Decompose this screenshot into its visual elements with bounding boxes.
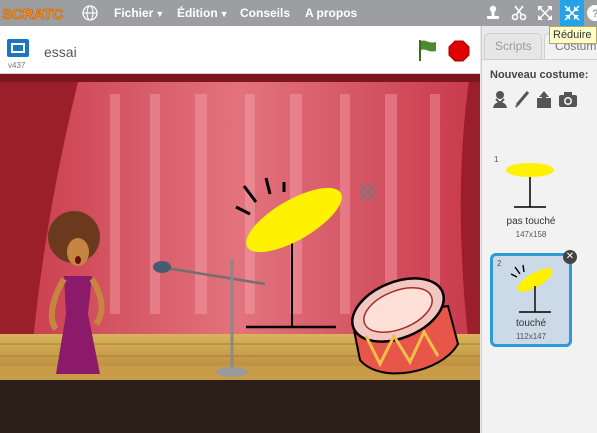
help-icon[interactable]: ? xyxy=(586,4,597,22)
menu-edition[interactable]: Édition ▼ xyxy=(177,6,229,20)
shrink-arrows-icon xyxy=(564,5,580,21)
costume-item[interactable]: 1 pas touché 147x158 xyxy=(490,152,572,246)
scratch-logo[interactable]: SCRATCH xyxy=(0,1,64,25)
crosshair-cursor-icon xyxy=(359,183,377,201)
grow-arrows-icon[interactable] xyxy=(536,4,554,22)
costumes-panel: Nouveau costume: 1 pas touché 147x158 2 xyxy=(482,59,597,433)
costume-number: 1 xyxy=(494,155,499,164)
version-label: v437 xyxy=(8,61,26,70)
menu-bar: SCRATCH Fichier▼ Édition▼ Conseils A pro… xyxy=(0,0,597,26)
stage-header: v437 essai xyxy=(0,26,480,74)
cut-scissors-icon[interactable] xyxy=(510,4,528,22)
costume-name: touché xyxy=(515,318,547,329)
language-globe-icon[interactable] xyxy=(82,5,98,21)
costume-size: 147x158 xyxy=(515,230,547,239)
new-costume-label: Nouveau costume: xyxy=(490,69,589,81)
costume-name: pas touché xyxy=(506,216,556,227)
svg-text:SCRATCH: SCRATCH xyxy=(2,6,64,23)
shrink-button[interactable] xyxy=(560,0,584,26)
duplicate-stamp-icon[interactable] xyxy=(484,4,502,22)
costume-number: 2 xyxy=(497,259,502,268)
tab-scripts[interactable]: Scripts xyxy=(484,33,542,59)
project-title[interactable]: essai xyxy=(44,44,77,60)
stop-icon[interactable] xyxy=(448,40,470,62)
right-panel: Scripts Costumes Nouveau costume: 1 pas … xyxy=(481,26,597,433)
costume-size: 112x147 xyxy=(515,332,547,341)
svg-text:?: ? xyxy=(592,8,597,20)
green-flag-icon[interactable] xyxy=(416,38,438,62)
costume-thumbnail xyxy=(506,163,554,208)
paint-brush-icon[interactable] xyxy=(512,90,532,110)
delete-costume-button[interactable]: ✕ xyxy=(563,250,577,264)
menu-conseils[interactable]: Conseils xyxy=(240,6,290,20)
costume-thumbnail xyxy=(510,264,553,313)
stage-backdrop xyxy=(0,74,480,433)
stage[interactable] xyxy=(0,74,480,433)
presentation-mode-icon[interactable] xyxy=(6,38,30,58)
choose-from-library-icon[interactable] xyxy=(490,90,510,110)
menu-a-propos[interactable]: A propos xyxy=(305,6,357,20)
menu-fichier[interactable]: Fichier ▼ xyxy=(114,6,164,20)
upload-icon[interactable] xyxy=(534,90,554,110)
camera-icon[interactable] xyxy=(558,90,578,110)
shrink-tooltip: Réduire xyxy=(549,26,597,44)
costume-item-selected[interactable]: 2 ✕ touché 112x147 xyxy=(490,250,577,347)
